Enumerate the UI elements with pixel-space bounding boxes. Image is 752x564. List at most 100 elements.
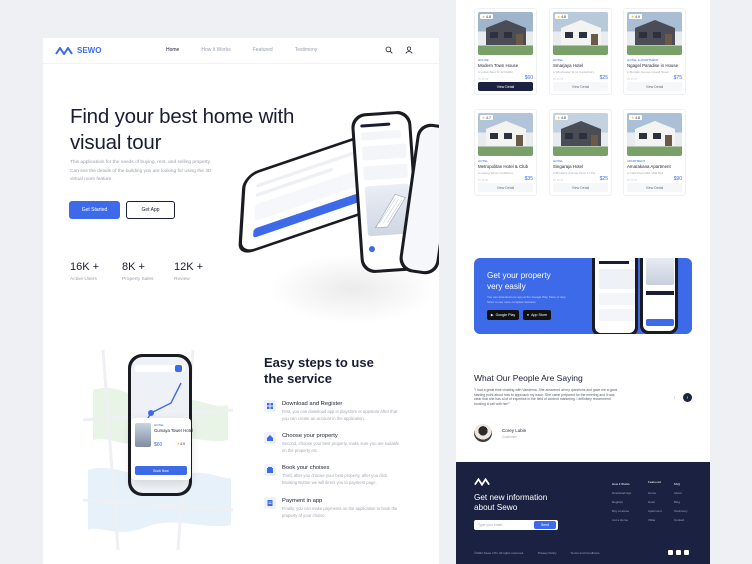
footer-bottom: ©2022 Sewo LTD. All rights reserved. Pri…	[474, 551, 600, 555]
play-icon: ▶	[490, 313, 494, 317]
property-card[interactable]: ★ 4.8 HOTEL Singaraja Hotel ● Brisbane Aven…	[549, 109, 612, 196]
star-icon: ★	[557, 115, 561, 120]
hotel-thumbnail	[135, 423, 151, 447]
rating-badge: ★ 4.8	[555, 115, 568, 120]
stat-value: 12K +	[174, 261, 204, 273]
send-button[interactable]: Send	[534, 521, 556, 529]
author-name: Corey Lubin	[502, 428, 527, 433]
hotel-card[interactable]: HOTEL Gumaya Tower Hotel $60 ★4.9 Book N…	[131, 418, 193, 480]
book-now-button[interactable]: Book Now	[135, 466, 187, 475]
star-icon: ★	[482, 115, 486, 120]
hero-phone-mockup	[237, 94, 439, 324]
nav-home[interactable]: Home	[166, 47, 179, 53]
property-photo: ★ 4.8	[627, 113, 682, 156]
property-price: $35	[524, 176, 533, 182]
rating-badge: ★ 4.8	[480, 14, 493, 19]
footer-link[interactable]: Apartment	[648, 507, 662, 516]
view-detail-button[interactable]: View Detail	[553, 183, 608, 192]
property-address: ● Winchester St 11 Canterbury	[553, 70, 594, 74]
rating-value: 4.8	[561, 14, 566, 19]
bed-icon: ▭	[627, 178, 630, 182]
property-amenities: ▭ ▭ ▭	[627, 178, 637, 182]
hotel-price: $60	[154, 442, 163, 448]
logo-icon	[55, 46, 73, 55]
property-card[interactable]: ★ 4.9 HOTEL & APARTMENT Ngagel Paradise in…	[623, 8, 686, 95]
footer-link[interactable]: List a Home	[612, 516, 631, 525]
testimonial-title: What Our People Are Saying	[474, 373, 583, 383]
address-text: Lipang Street 14 Alberta	[480, 171, 513, 175]
property-type: HOTEL	[553, 58, 564, 62]
footer-link[interactable]: Hotel	[648, 498, 662, 507]
get-started-button[interactable]: Get Started	[69, 201, 120, 219]
property-amenities: ▭ ▭ ▭	[553, 77, 563, 81]
google-play-button[interactable]: ▶ Google Play	[487, 310, 519, 320]
stats-row: 16K + Active Users 8K + Property Sales 1…	[70, 261, 226, 282]
stat-label: Review	[174, 277, 190, 282]
copyright: ©2022 Sewo LTD. All rights reserved.	[474, 551, 524, 555]
footer-col-heading: Featu-red	[648, 480, 662, 484]
brand-logo[interactable]: SEWO	[55, 46, 101, 55]
address-text: Calle Real Villa, Villa Bell	[629, 171, 664, 175]
property-card[interactable]: ★ 4.8 APARTMENT Amarakana Apartment ● Calle…	[623, 109, 686, 196]
google-play-label: Google Play	[495, 313, 516, 317]
location-pin-icon: ●	[478, 70, 480, 74]
promo-description: You can download our app at the Google P…	[487, 295, 566, 304]
nav-how-it-works[interactable]: How it Works	[201, 47, 230, 53]
property-card[interactable]: ★ 4.8 HOUSE Modern Town House ● Lubuk Batu …	[474, 8, 537, 95]
landing-page-left: SEWO Home How it Works Featured Testimon…	[43, 38, 439, 564]
property-price: $90	[673, 176, 682, 182]
facebook-icon[interactable]	[668, 550, 673, 555]
property-name: Modern Town House	[478, 63, 519, 68]
property-amenities: ▭ ▭ ▭	[478, 178, 488, 182]
hero-description: This applicatioin for the needs of buyin…	[70, 160, 212, 182]
footer-col-heading: How it Works	[612, 482, 630, 486]
get-app-button[interactable]: Get App	[126, 201, 175, 219]
footer-link[interactable]: Blog	[674, 498, 688, 507]
stat-users: 16K + Active Users	[70, 261, 122, 282]
property-address: ● Brisbane Avenue Pens 17 Pls	[553, 171, 595, 175]
instagram-icon[interactable]	[676, 550, 681, 555]
property-card[interactable]: ★ 4.7 HOTEL Metropolitan Hotel & Club ● Lip…	[474, 109, 537, 196]
terms-link[interactable]: Terms and Conditions	[571, 551, 600, 555]
app-store-button[interactable]: ● App Store	[523, 310, 551, 320]
property-type: HOTEL	[478, 159, 489, 163]
area-icon: ▭	[560, 77, 564, 81]
footer-link[interactable]: Home	[648, 489, 662, 498]
nav-featured[interactable]: Featured	[253, 47, 273, 53]
view-detail-button[interactable]: View Detail	[478, 183, 533, 192]
nav-testimony[interactable]: Testimony	[295, 47, 318, 53]
next-arrow-icon[interactable]: ›	[683, 393, 692, 402]
rating-badge: ★ 4.8	[555, 14, 568, 19]
search-icon[interactable]	[385, 46, 393, 54]
property-name: Amarakana Apartment	[627, 164, 671, 169]
footer-link[interactable]: About	[674, 489, 688, 498]
view-detail-button[interactable]: View Detail	[627, 82, 682, 91]
step-title: Choose your property	[282, 433, 338, 439]
twitter-icon[interactable]	[684, 550, 689, 555]
view-detail-button[interactable]: View Detail	[553, 82, 608, 91]
footer-link[interactable]: Contact	[674, 516, 688, 525]
view-detail-button[interactable]: View Detail	[478, 82, 533, 91]
property-photo: ★ 4.7	[478, 113, 533, 156]
property-photo: ★ 4.8	[553, 113, 608, 156]
footer-link[interactable]: Register	[612, 498, 631, 507]
prev-arrow-icon[interactable]: ‹	[670, 393, 679, 402]
footer-link[interactable]: Download App	[612, 489, 631, 498]
footer-link[interactable]: Buy a House	[612, 507, 631, 516]
rating-value: 4.8	[635, 115, 640, 120]
property-card[interactable]: ★ 4.8 HOTEL Smarjaya Hotel ● Winchester St …	[549, 8, 612, 95]
property-price: $60	[524, 75, 533, 81]
view-detail-button[interactable]: View Detail	[627, 183, 682, 192]
stat-value: 8K +	[122, 261, 145, 273]
area-icon: ▭	[485, 77, 489, 81]
stat-review: 12K + Review	[174, 261, 226, 282]
privacy-link[interactable]: Privacy Policy	[538, 551, 557, 555]
box-icon	[264, 464, 276, 476]
star-icon: ★	[557, 14, 561, 19]
footer-link[interactable]: Testimony	[674, 507, 688, 516]
user-icon[interactable]	[405, 46, 413, 54]
grid-icon	[264, 400, 276, 412]
footer-logo-icon	[474, 478, 490, 486]
footer-link[interactable]: Villas	[648, 516, 662, 525]
social-links	[668, 550, 689, 555]
